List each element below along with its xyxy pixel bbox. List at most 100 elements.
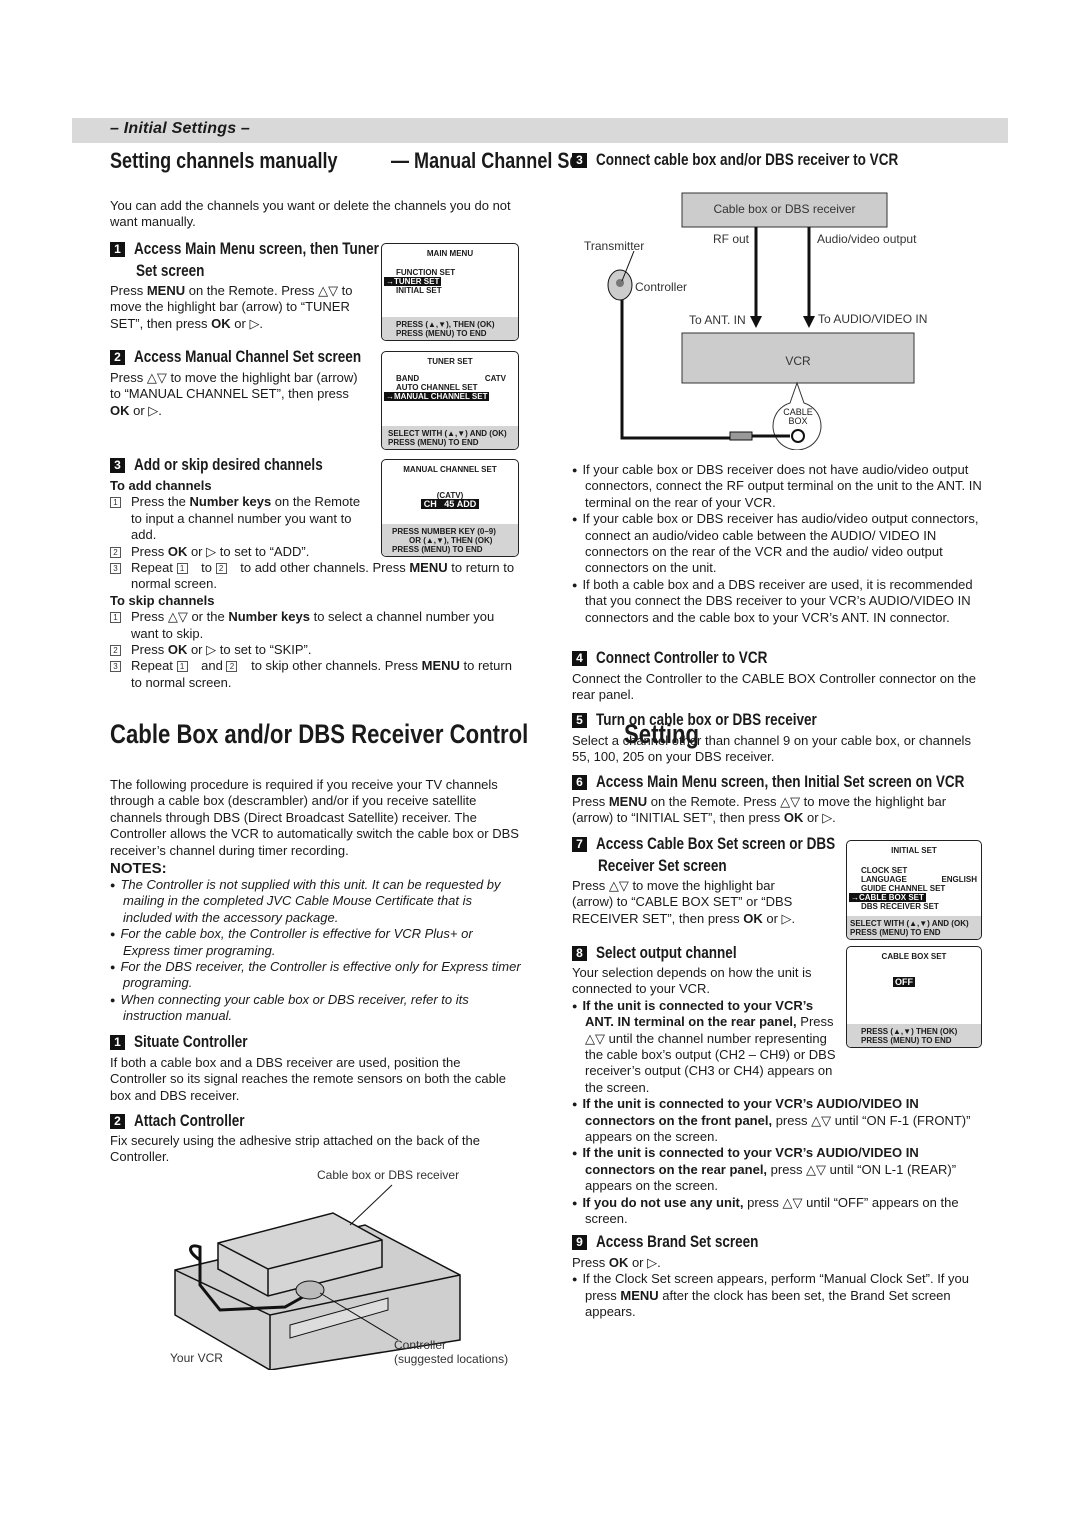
bold-text: If you do not use any unit,	[582, 1194, 744, 1210]
menu-item: AUTO CHANNEL SET	[396, 383, 478, 392]
menu-item: DBS RECEIVER SET	[861, 902, 939, 911]
bold-text: OK	[743, 910, 763, 926]
bullet-item: If your cable box or DBS receiver does n…	[572, 462, 984, 511]
bold-text: OK	[167, 543, 188, 559]
channel-indicator: CH 45 ADD	[420, 499, 480, 509]
step-title: Connect cable box and/or DBS receiver to…	[596, 151, 899, 169]
bold-text: OK	[211, 315, 231, 331]
ch-status: ADD	[456, 499, 477, 509]
bold-text: Number keys	[228, 609, 310, 625]
vcr-illustration	[174, 1184, 461, 1371]
attach-body: Fix securely using the adhesive strip at…	[110, 1133, 480, 1165]
menu-item: CLOCK SET	[861, 866, 908, 875]
vcr-label: Your VCR	[170, 1351, 223, 1365]
section-title: – Initial Settings –	[110, 120, 251, 137]
intro-text: You can add the channels you want or del…	[110, 198, 511, 230]
text-segment: Press the	[131, 494, 190, 510]
page-title: Setting channels manually	[110, 148, 338, 173]
step-2-heading: 2 Access Manual Channel Set screen	[110, 346, 411, 368]
bold-text: OK	[783, 810, 804, 826]
section-title: Cable Box and/or DBS Receiver Control	[110, 719, 529, 749]
step-title: Access Main Menu screen, then Initial Se…	[596, 773, 965, 791]
step-4-body: Connect the Controller to the CABLE BOX …	[572, 671, 976, 703]
text-segment: or ▷ to set to “SKIP”.	[187, 642, 312, 658]
menu-item: LANGUAGE	[861, 875, 907, 884]
step-2-body: Press △▽ to move the highlight bar (arro…	[110, 370, 365, 419]
cable-box-label: Cable box or DBS receiver	[713, 202, 856, 216]
footer-line: PRESS (▲,▼) THEN (OK)	[861, 1027, 958, 1036]
ch-label: CH	[423, 499, 437, 509]
cable-box-value: OFF	[893, 977, 915, 987]
cable-box-set-screen: CABLE BOX SET OFF PRESS (▲,▼) THEN (OK) P…	[846, 946, 982, 1048]
vcr-label: VCR	[785, 354, 811, 368]
step-title: Receiver Set screen	[598, 857, 727, 875]
manual-channel-set-screen: MANUAL CHANNEL SET (CATV) CH 45 ADD PRES…	[381, 459, 519, 557]
bullet-item: If your cable box or DBS receiver has au…	[572, 511, 984, 577]
step-number: 5	[572, 713, 587, 728]
text-segment: to skip other channels. Press	[247, 658, 422, 674]
screen-title: INITIAL SET	[891, 846, 937, 855]
placement-illustration: Cable box or DBS receiver Your VCR Contr…	[160, 1165, 520, 1371]
rf-out-label: RF out	[713, 232, 750, 246]
step-number: 7	[572, 837, 587, 852]
notes-list: The Controller is not supplied with this…	[110, 877, 522, 1025]
bold-text: Number keys	[189, 494, 272, 510]
step-6-heading: 6 Access Main Menu screen, then Initial S…	[572, 771, 1045, 793]
bold-text: MENU	[409, 560, 448, 576]
notes-title: NOTES:	[110, 860, 167, 877]
bold-text: MENU	[421, 658, 460, 674]
step-3-heading: 3 Add or skip desired channels	[110, 454, 364, 476]
section-header-bar: – Initial Settings –	[72, 118, 1008, 143]
menu-item-highlighted: →CABLE BOX SET	[849, 893, 926, 902]
bullet-item: If the unit is connected to your VCR’s A…	[572, 998, 837, 1096]
bold-text: MENU	[608, 794, 648, 809]
band-value: CATV	[484, 374, 506, 383]
note-item: When connecting your cable box or DBS re…	[110, 992, 522, 1025]
text-segment: Press	[131, 642, 168, 658]
step-number: 2	[110, 350, 125, 365]
menu-item: GUIDE CHANNEL SET	[861, 884, 946, 893]
text-segment: or ▷.	[230, 315, 264, 331]
bold-text: MENU	[146, 283, 186, 298]
step-number: 6	[572, 775, 587, 790]
screen-footer: PRESS (▲,▼) THEN (OK) PRESS (MENU) TO END	[847, 1024, 981, 1047]
step-ref-box: 1	[176, 563, 188, 575]
step-title: Set screen	[136, 262, 205, 280]
step-5-body: Select a channel other than channel 9 on…	[572, 733, 971, 765]
step-title: Turn on cable box or DBS receiver	[596, 711, 817, 729]
step-number: 3	[110, 458, 125, 473]
tuner-set-screen: TUNER SET BAND CATV AUTO CHANNEL SET →MAN…	[381, 351, 519, 450]
step-title: Access Manual Channel Set screen	[134, 348, 362, 366]
item-number: 3	[110, 661, 121, 673]
step-ref-box: 2	[226, 661, 238, 673]
step-title: Access Cable Box Set screen or DBS	[596, 835, 836, 853]
text-segment: or ▷.	[129, 402, 162, 418]
step-6-body: Press MENU on the Remote. Press △▽ to mo…	[572, 794, 984, 827]
bold-text: OK	[110, 402, 130, 418]
bold-text: MENU	[620, 1287, 659, 1303]
page-subtitle: — Manual Channel Set	[391, 148, 586, 173]
item-number: 2	[110, 546, 121, 558]
step-8-heading: 8 Select output channel	[572, 942, 767, 964]
footer-line: PRESS (▲,▼), THEN (OK)	[396, 320, 495, 329]
step-7-heading: 7 Access Cable Box Set screen or DBS Recei…	[572, 833, 888, 877]
text-segment: Press	[110, 283, 147, 298]
item-number: 2	[110, 645, 121, 657]
controller-location-label: (suggested locations)	[394, 1352, 509, 1366]
bullet-item: If the unit is connected to your VCR’s A…	[572, 1096, 984, 1145]
footer-line: PRESS (MENU) TO END	[861, 1036, 952, 1045]
step-title: Access Main Menu screen, then Tuner	[134, 240, 379, 258]
text-segment: or ▷.	[628, 1255, 661, 1270]
step-number: 1	[110, 1035, 125, 1050]
connect-heading: 3 Connect cable box and/or DBS receiver t…	[572, 149, 965, 171]
step-title: Select output channel	[596, 944, 737, 962]
list-item: 3 Repeat 1 to 2 to add other channels. Pr…	[110, 560, 520, 593]
cable-box-label: Cable box or DBS receiver	[317, 1168, 460, 1182]
band-label: BAND	[396, 374, 420, 383]
step-5-heading: 5 Turn on cable box or DBS receiver	[572, 709, 865, 731]
step-ref-box: 1	[176, 661, 188, 673]
text-segment: or ▷.	[803, 810, 836, 826]
screen-title: TUNER SET	[427, 357, 473, 366]
step-title: Attach Controller	[134, 1112, 245, 1130]
step-9-intro: Press OK or ▷.	[572, 1255, 984, 1271]
